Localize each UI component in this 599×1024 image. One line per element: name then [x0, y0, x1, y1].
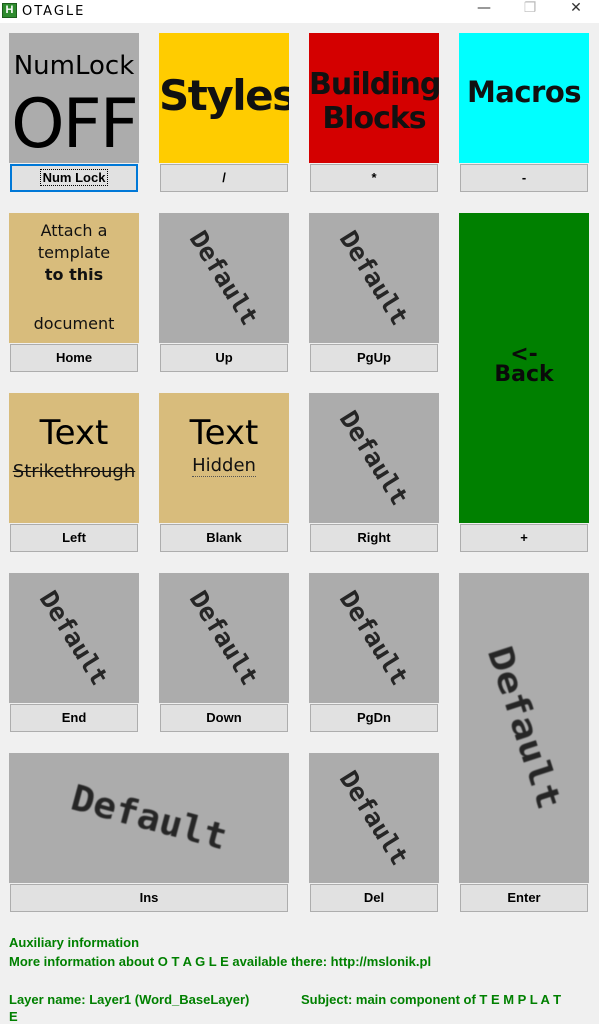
pgdn-key-button[interactable]: PgDn: [310, 704, 438, 732]
enter-tile[interactable]: Default: [459, 573, 589, 883]
strikethrough-tile[interactable]: Text Strikethrough: [9, 393, 139, 523]
attach-line4: document: [33, 314, 115, 333]
numlock-tile[interactable]: NumLock OFF: [9, 33, 139, 163]
right-default-label: Default: [333, 405, 415, 511]
window-title: OTAGLE: [22, 4, 86, 19]
back-label: <- Back: [459, 344, 589, 387]
attach-template-tile[interactable]: Attach a template to this document: [9, 213, 139, 343]
right-key-button[interactable]: Right: [310, 524, 438, 552]
ins-default-label: Default: [66, 777, 232, 859]
attach-line3: to this: [44, 265, 104, 284]
macros-label: Macros: [466, 75, 582, 109]
down-tile[interactable]: Default: [159, 573, 289, 703]
styles-tile[interactable]: Styles: [159, 33, 289, 163]
hidden-text-title: Text: [189, 413, 259, 453]
title-bar: H OTAGLE — ❐ ✕: [0, 0, 599, 23]
plus-key-button[interactable]: +: [460, 524, 588, 552]
end-key-button[interactable]: End: [10, 704, 138, 732]
maximize-button[interactable]: ❐: [507, 0, 553, 23]
styles-label: Styles: [159, 71, 289, 120]
pgdn-tile[interactable]: Default: [309, 573, 439, 703]
pgup-key-button[interactable]: PgUp: [310, 344, 438, 372]
minus-key-button[interactable]: -: [460, 164, 588, 192]
down-key-button[interactable]: Down: [160, 704, 288, 732]
numlock-state: OFF: [11, 85, 139, 163]
multiply-key-button[interactable]: *: [310, 164, 438, 192]
end-tile[interactable]: Default: [9, 573, 139, 703]
app-icon: H: [2, 3, 17, 18]
back-word: Back: [494, 362, 554, 387]
left-key-button[interactable]: Left: [10, 524, 138, 552]
hidden-text-tile[interactable]: Text Hidden: [159, 393, 289, 523]
down-default-label: Default: [183, 585, 265, 691]
attach-line1: Attach a: [40, 221, 108, 240]
up-default-label: Default: [183, 225, 265, 331]
info-subject-wrap: E: [9, 1009, 18, 1024]
numlock-title: NumLock: [13, 51, 135, 81]
end-default-label: Default: [33, 585, 115, 691]
building-blocks-line1: Building: [309, 67, 439, 102]
enter-key-button[interactable]: Enter: [460, 884, 588, 912]
pgup-default-label: Default: [333, 225, 415, 331]
numlock-key-button[interactable]: Num Lock: [10, 164, 138, 192]
strike-text-title: Text: [39, 413, 109, 453]
info-subject: Subject: main component of T E M P L A T: [301, 992, 562, 1007]
right-tile[interactable]: Default: [309, 393, 439, 523]
ins-key-button[interactable]: Ins: [10, 884, 288, 912]
pgup-tile[interactable]: Default: [309, 213, 439, 343]
attach-line2: template: [37, 243, 111, 262]
building-blocks-line2: Blocks: [322, 101, 426, 136]
numlock-key-label: Num Lock: [39, 169, 109, 186]
del-tile[interactable]: Default: [309, 753, 439, 883]
del-default-label: Default: [333, 765, 415, 871]
strike-text-sample: Strikethrough: [12, 461, 136, 482]
up-key-button[interactable]: Up: [160, 344, 288, 372]
up-tile[interactable]: Default: [159, 213, 289, 343]
hidden-text-sample: Hidden: [192, 455, 256, 477]
building-blocks-tile[interactable]: Building Blocks: [309, 33, 439, 163]
minimize-button[interactable]: —: [461, 0, 507, 23]
close-button[interactable]: ✕: [553, 0, 599, 23]
macros-tile[interactable]: Macros: [459, 33, 589, 163]
home-key-button[interactable]: Home: [10, 344, 138, 372]
info-heading: Auxiliary information: [9, 935, 140, 950]
info-layer-name: Layer name: Layer1 (Word_BaseLayer): [9, 992, 250, 1007]
info-more-link[interactable]: More information about O T A G L E avail…: [9, 954, 431, 969]
del-key-button[interactable]: Del: [310, 884, 438, 912]
building-blocks-label: Building Blocks: [309, 68, 439, 136]
back-tile[interactable]: <- Back: [459, 213, 589, 523]
ins-tile[interactable]: Default: [9, 753, 289, 883]
enter-default-label: Default: [479, 641, 569, 815]
pgdn-default-label: Default: [333, 585, 415, 691]
blank-key-button[interactable]: Blank: [160, 524, 288, 552]
divide-key-button[interactable]: /: [160, 164, 288, 192]
